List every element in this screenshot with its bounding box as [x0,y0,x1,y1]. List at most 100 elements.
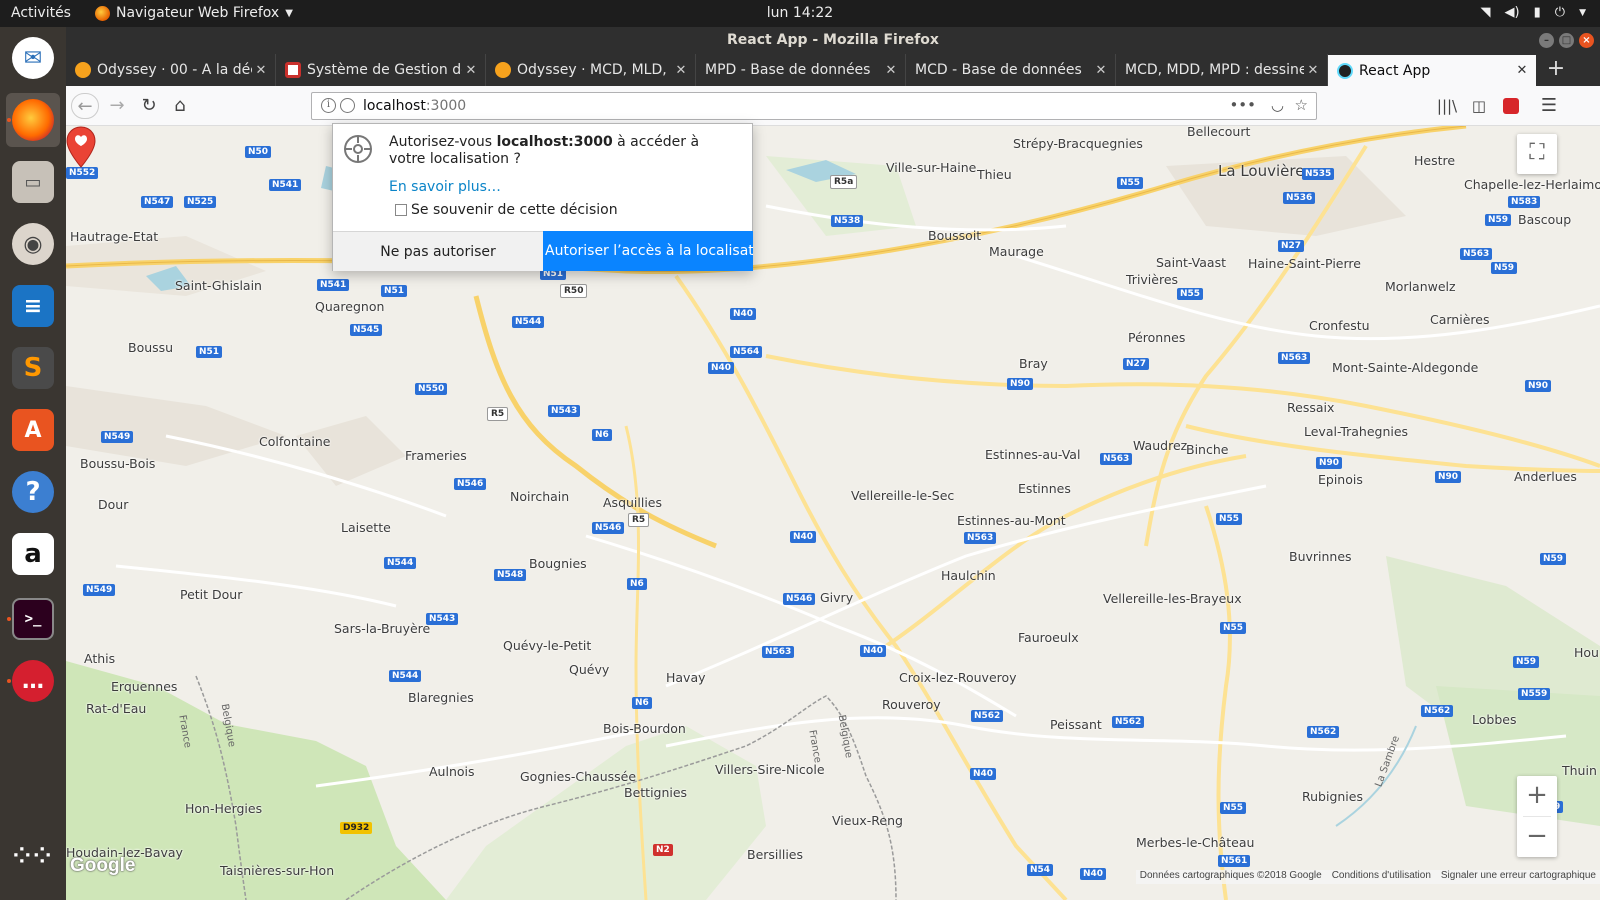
place-label: Cronfestu [1309,318,1370,333]
road-shield: N51 [381,285,408,297]
dock-thunderbird[interactable]: ✉ [6,31,60,85]
maximize-button[interactable]: □ [1559,33,1574,48]
tab-label: MCD - Base de données [915,62,1082,78]
dock-rhythmbox[interactable]: ◉ [6,217,60,271]
remember-checkbox[interactable] [395,204,407,216]
tab-label: Système de Gestion de Base de données [307,62,462,78]
sublime-icon: S [12,347,54,389]
place-label: Rouveroy [882,697,941,712]
place-label: Petit Dour [180,587,243,602]
address-bar[interactable]: i localhost:3000 ••• ◡ ☆ [311,92,1317,120]
location-crosshair-icon [344,135,372,163]
close-tab-icon[interactable]: ✕ [1513,63,1531,78]
tab-mpd[interactable]: MPD - Base de données ✕ [696,54,906,86]
place-label: Givry [820,590,854,605]
google-map[interactable]: Bellecourt Strépy-Bracquegnies Ville-sur… [66,126,1600,900]
road-shield: N541 [269,179,302,191]
dock-writer[interactable]: ≡ [6,279,60,333]
zoom-out-button[interactable]: − [1517,817,1557,857]
road-shield: N59 [1485,214,1512,226]
road-shield: N562 [1307,726,1340,738]
tab-odyssey-mcd[interactable]: Odyssey · MCD, MLD, MPD✕ [486,54,696,86]
remember-decision[interactable]: Se souvenir de cette décision [395,202,618,218]
dock-files[interactable]: ▭ [6,155,60,209]
place-label: Bettignies [624,785,688,800]
deny-button[interactable]: Ne pas autoriser [333,231,543,271]
dock-sublime[interactable]: S [6,341,60,395]
bookmark-star-icon[interactable]: ☆ [1295,96,1308,114]
tab-odyssey-00[interactable]: Odyssey · 00 - A la découverte✕ [66,54,276,86]
place-label: Estinnes [1018,481,1071,496]
road-shield: R5a [830,175,858,189]
dock-terminal[interactable]: >_ [6,592,60,646]
tab-mcd[interactable]: MCD - Base de données ✕ [906,54,1116,86]
place-label: Carnières [1430,312,1490,327]
library-icon[interactable]: |||\ [1433,93,1461,119]
allow-location-button[interactable]: Autoriser l’accès à la localisation [543,231,753,271]
close-tab-icon[interactable]: ✕ [882,63,900,78]
place-label: Dour [98,497,129,512]
sidebar-icon[interactable]: ◫ [1465,93,1493,119]
road-shield: N535 [1302,168,1335,180]
road-shield: N564 [730,346,763,358]
forward-button[interactable]: → [103,93,131,119]
road-shield: N545 [350,324,383,336]
minimize-button[interactable]: – [1539,33,1554,48]
dock-software[interactable]: A [6,403,60,457]
place-label: Quévy [569,662,610,677]
place-label: Merbes-le-Château [1136,835,1255,850]
app-menu[interactable]: Navigateur Web Firefox ▼ [95,5,293,21]
reload-button[interactable]: ↻ [135,93,163,119]
location-pin-icon[interactable] [66,126,96,168]
pocket-icon[interactable]: ◡ [1271,96,1284,114]
tab-react-app[interactable]: React App ✕ [1328,55,1536,86]
road-shield: D932 [340,822,373,834]
zoom-in-button[interactable]: + [1517,776,1557,816]
dock-firefox[interactable] [6,93,60,147]
learn-more-link[interactable]: En savoir plus… [389,179,501,195]
road-shield: N563 [1460,248,1493,260]
fullscreen-button[interactable]: ⛶ [1517,134,1557,174]
road-shield: R5 [487,407,509,421]
home-button[interactable]: ⌂ [166,93,194,119]
road-shield: N54 [1027,864,1054,876]
menu-hamburger-icon[interactable]: ☰ [1535,93,1563,119]
road-shield: N90 [1007,378,1034,390]
tab-sgbd[interactable]: Système de Gestion de Base de données✕ [276,54,486,86]
map-background [66,126,1600,900]
google-logo[interactable]: Google [70,855,135,877]
new-tab-button[interactable]: + [1540,54,1572,86]
close-tab-icon[interactable]: ✕ [462,63,480,78]
close-tab-icon[interactable]: ✕ [1092,63,1110,78]
info-icon[interactable]: i [321,98,336,113]
system-tray[interactable]: ◥ ◀) ▮ ⏻ ▼ [1481,5,1586,20]
place-label: Gognies-Chaussée [520,769,637,784]
activities-button[interactable]: Activités [11,5,71,21]
location-permission-icon[interactable] [340,98,355,113]
tab-mcd-mdd[interactable]: MCD, MDD, MPD : dessiner ✕ [1116,54,1328,86]
dock-rocketchat[interactable]: … [6,654,60,708]
show-applications-button[interactable]: ⁘⁘ [6,830,60,884]
place-label: Anderlues [1514,469,1577,484]
dock-amazon[interactable]: a [6,527,60,581]
place-label: Ressaix [1287,400,1335,415]
place-label: Quaregnon [315,299,385,314]
place-label: Vieux-Reng [832,813,903,828]
close-tab-icon[interactable]: ✕ [1304,63,1322,78]
running-indicator [7,118,11,122]
place-label: Rubignies [1302,789,1363,804]
report-error-link[interactable]: Signaler une erreur cartographique [1441,870,1596,884]
dock-help[interactable]: ? [6,465,60,519]
road-shield: N90 [1435,471,1462,483]
terms-link[interactable]: Conditions d'utilisation [1332,870,1431,884]
place-label: Mont-Sainte-Aldegonde [1332,360,1479,375]
close-tab-icon[interactable]: ✕ [672,63,690,78]
extension-icon[interactable] [1497,93,1525,119]
close-tab-icon[interactable]: ✕ [252,63,270,78]
tab-strip: Odyssey · 00 - A la découverte✕ Système … [66,54,1600,86]
zoom-control: + − [1517,776,1557,857]
page-actions-icon[interactable]: ••• [1229,96,1256,114]
back-button[interactable]: ← [71,93,99,119]
road-shield: N543 [426,613,459,625]
close-window-button[interactable]: × [1579,33,1594,48]
